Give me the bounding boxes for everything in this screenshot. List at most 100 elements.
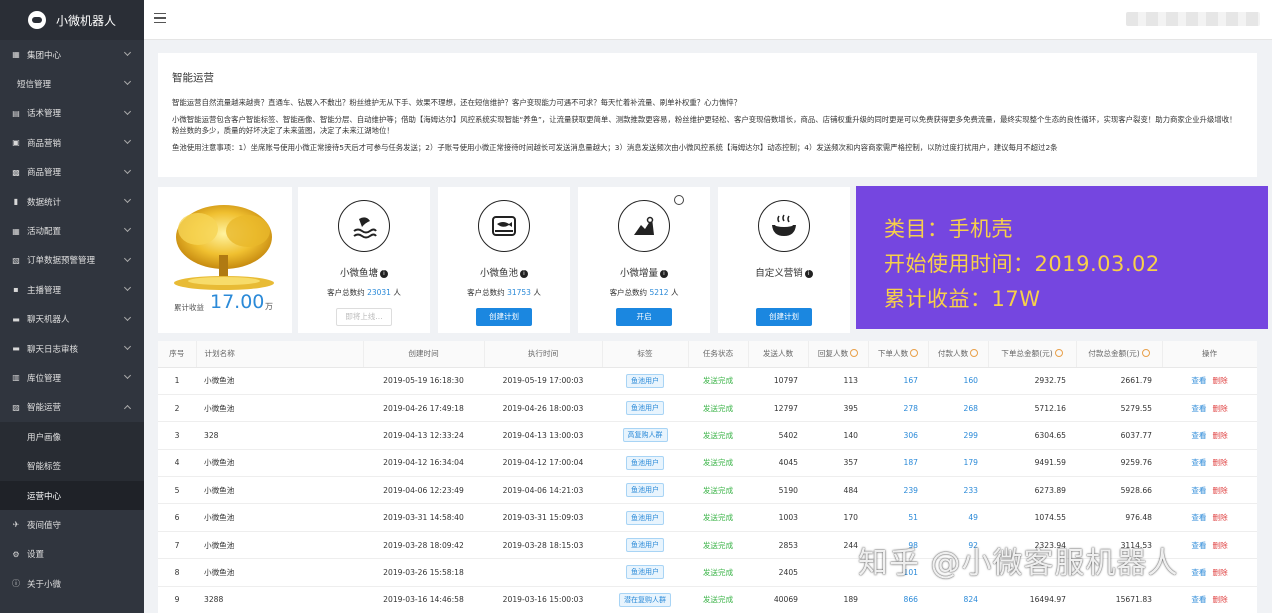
coming-soon-button[interactable]: 即将上线... [336, 308, 392, 326]
sort-icon[interactable] [910, 349, 919, 358]
cell-status: 发送完成 [688, 421, 748, 450]
delete-link[interactable]: 删除 [1213, 513, 1228, 522]
sidebar-item[interactable]: ▧ 订单数据预警管理 [0, 246, 144, 275]
column-header[interactable]: 回复人数 [808, 341, 869, 368]
sidebar-item[interactable]: ▨ 智能运营 [0, 393, 144, 422]
cell-paid [928, 558, 988, 587]
cell-created: 2019-03-26 15:58:18 [363, 558, 484, 587]
sidebar-item[interactable]: ▬ 聊天日志审核 [0, 334, 144, 363]
sidebar-item[interactable]: ⓘ 关于小微 [0, 569, 144, 598]
sidebar-item[interactable]: ▦ 集团中心 [0, 40, 144, 69]
cell-created: 2019-03-28 18:09:42 [363, 531, 484, 560]
delete-link[interactable]: 删除 [1213, 376, 1228, 385]
column-header[interactable]: 下单总金额(元) [988, 341, 1077, 368]
tag-badge: 鱼池用户 [626, 483, 664, 498]
menu-toggle-icon[interactable] [154, 13, 166, 23]
info-icon[interactable]: i [520, 270, 528, 278]
sort-icon[interactable] [850, 349, 859, 358]
table-row[interactable]: 4 小微鱼池 2019-04-12 16:34:04 2019-04-12 17:00… [158, 449, 1257, 478]
delete-link[interactable]: 删除 [1213, 595, 1228, 604]
cell-order_amt: 1074.55 [988, 503, 1076, 532]
sidebar-subitem[interactable]: 用户画像 [0, 422, 144, 452]
enable-button[interactable]: 开启 [616, 308, 672, 326]
card-fish-pond: 小微鱼塘 i 客户总数约 23031 人 即将上线... [298, 187, 430, 333]
cell-paid: 160 [928, 367, 988, 395]
cell-sent: 5402 [748, 421, 808, 450]
delete-link[interactable]: 删除 [1213, 404, 1228, 413]
view-link[interactable]: 查看 [1191, 458, 1206, 467]
sidebar-item[interactable]: ▩ 商品管理 [0, 158, 144, 187]
create-plan-button[interactable]: 创建计划 [756, 308, 812, 326]
sidebar-item[interactable]: ✈ 夜间值守 [0, 510, 144, 539]
delete-link[interactable]: 删除 [1213, 541, 1228, 550]
column-header[interactable]: 付款总金额(元) [1076, 341, 1163, 368]
info-icon[interactable]: i [380, 270, 388, 278]
table-row[interactable]: 2 小微鱼池 2019-04-26 17:49:18 2019-04-26 18:00… [158, 394, 1257, 423]
table-row[interactable]: 1 小微鱼池 2019-05-19 16:18:30 2019-05-19 17:00… [158, 367, 1257, 395]
view-link[interactable]: 查看 [1191, 431, 1206, 440]
view-link[interactable]: 查看 [1191, 513, 1206, 522]
tag-badge: 鱼池用户 [626, 455, 664, 470]
brand[interactable]: 小微机器人 [0, 0, 144, 40]
delete-link[interactable]: 删除 [1213, 486, 1228, 495]
sidebar-item[interactable]: ▦ 活动配置 [0, 216, 144, 245]
table-row[interactable]: 3 328 2019-04-13 12:33:24 2019-04-13 13:00:… [158, 421, 1257, 450]
view-link[interactable]: 查看 [1191, 404, 1206, 413]
sort-icon[interactable] [970, 349, 979, 358]
sidebar-item[interactable]: ▥ 库位管理 [0, 363, 144, 392]
sort-icon[interactable] [1054, 349, 1063, 358]
cell-created: 2019-04-13 12:33:24 [363, 421, 484, 450]
view-link[interactable]: 查看 [1191, 541, 1206, 550]
cell-replied: 244 [808, 531, 868, 560]
sidebar-item-label: 夜间值守 [27, 520, 62, 531]
info-icon[interactable]: i [804, 270, 813, 278]
sidebar-item[interactable]: ▣ 商品营销 [0, 128, 144, 157]
cell-tag: 鱼池用户 [602, 367, 688, 395]
page-title: 智能运营 [172, 72, 214, 84]
sort-icon[interactable] [1141, 349, 1150, 358]
sidebar-subitem[interactable]: 智能标签 [0, 451, 144, 481]
table-row[interactable]: 9 3288 2019-03-16 14:46:58 2019-03-16 15:00… [158, 586, 1257, 613]
overlay-start-date: 开始使用时间：2019.03.02 [884, 252, 1160, 276]
table-row[interactable]: 7 小微鱼池 2019-03-28 18:09:42 2019-03-28 18:15… [158, 531, 1257, 560]
user-account-area[interactable] [1126, 12, 1260, 26]
delete-link[interactable]: 删除 [1213, 568, 1228, 577]
cell-ordered: 98 [868, 531, 928, 560]
sidebar-item[interactable]: ▤ 话术管理 [0, 99, 144, 128]
cell-no: 7 [158, 531, 196, 560]
intro-paragraph-1: 智能运营自然流量越来越贵？直通车、钻展入不敷出？粉丝维护无从下手、效果不理想，还… [172, 98, 742, 107]
table-row[interactable]: 5 小微鱼池 2019-04-06 12:23:49 2019-04-06 14:21… [158, 476, 1257, 505]
delete-link[interactable]: 删除 [1213, 431, 1228, 440]
sidebar-subitem[interactable]: 运营中心 [0, 480, 144, 511]
sidebar-item[interactable]: 短信管理 [0, 69, 144, 98]
script-icon: ▤ [12, 108, 20, 118]
view-link[interactable]: 查看 [1191, 486, 1206, 495]
chevron-down-icon [123, 254, 132, 262]
column-header-label: 序号 [169, 349, 185, 359]
card-title: 小微鱼池 [479, 268, 518, 279]
view-link[interactable]: 查看 [1191, 376, 1206, 385]
sidebar-item[interactable]: ▪ 主播管理 [0, 275, 144, 304]
customer-count: 5212 [649, 288, 669, 297]
sidebar-item[interactable]: ▮ 数据统计 [0, 187, 144, 216]
cell-status: 发送完成 [688, 449, 748, 478]
brand-name: 小微机器人 [56, 13, 117, 28]
table-row[interactable]: 6 小微鱼池 2019-03-31 14:58:40 2019-03-31 15:09… [158, 503, 1257, 532]
view-link[interactable]: 查看 [1191, 568, 1206, 577]
table-row[interactable]: 8 小微鱼池 2019-03-26 15:58:18 鱼池用户 发送完成 2405 101 查… [158, 558, 1257, 587]
card-fish-pool: 小微鱼池 i 客户总数约 31753 人 创建计划 [438, 187, 570, 333]
cell-created: 2019-04-06 12:23:49 [363, 476, 484, 505]
column-header[interactable]: 付款人数 [928, 341, 989, 368]
gear-icon[interactable] [674, 195, 684, 205]
create-plan-button[interactable]: 创建计划 [476, 308, 532, 326]
cell-tag: 鱼池用户 [602, 531, 688, 560]
cell-name: 小微鱼池 [196, 476, 363, 505]
sidebar-item[interactable]: ⚙ 设置 [0, 540, 144, 569]
view-link[interactable]: 查看 [1191, 595, 1206, 604]
cell-actions: 查看 删除 [1162, 476, 1257, 505]
sidebar-item[interactable]: ▬ 聊天机器人 [0, 305, 144, 334]
column-header: 创建时间 [363, 341, 485, 368]
column-header[interactable]: 下单人数 [868, 341, 929, 368]
info-icon[interactable]: i [660, 270, 668, 278]
delete-link[interactable]: 删除 [1213, 458, 1228, 467]
